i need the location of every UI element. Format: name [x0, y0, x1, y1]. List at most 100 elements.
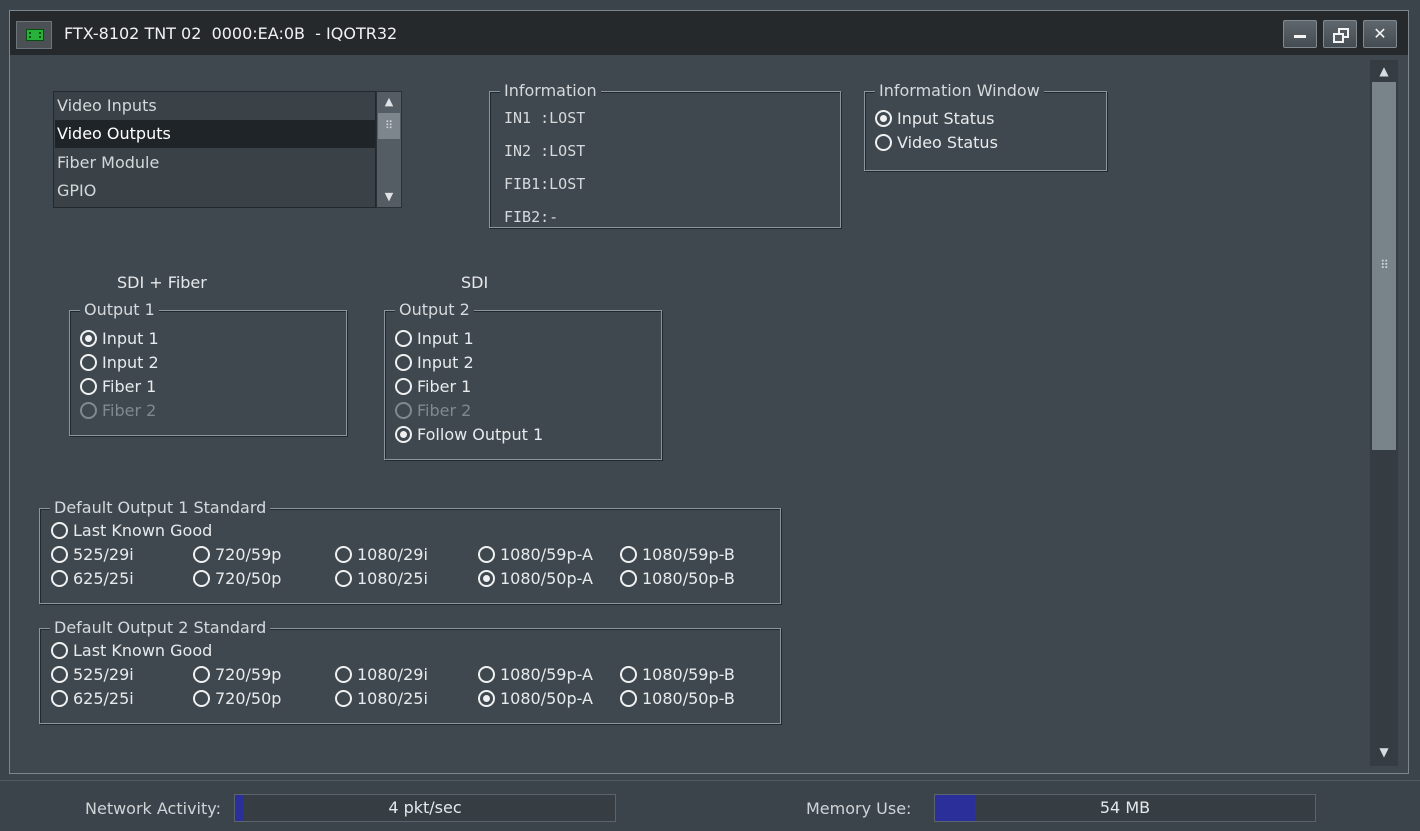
output2-radio-input1[interactable]: Input 1	[395, 327, 474, 351]
radio-unselected-icon	[193, 570, 210, 587]
default2-radio-1080-25i[interactable]: 1080/25i	[335, 687, 428, 711]
default1-radio-1080-59p-b[interactable]: 1080/59p-B	[620, 543, 735, 567]
default1-radio-720-50p[interactable]: 720/50p	[193, 567, 281, 591]
default1-radio-525-29i[interactable]: 525/29i	[51, 543, 134, 567]
output2-radio-follow-output1[interactable]: Follow Output 1	[395, 423, 543, 447]
radio-disabled-icon	[80, 402, 97, 419]
radio-unselected-icon	[395, 330, 412, 347]
radio-unselected-icon	[620, 666, 637, 683]
output1-legend: Output 1	[80, 299, 159, 321]
radio-input-status[interactable]: Input Status	[875, 107, 995, 131]
radio-unselected-icon	[335, 690, 352, 707]
output2-radio-input2[interactable]: Input 2	[395, 351, 474, 375]
close-button[interactable]: ✕	[1363, 20, 1397, 48]
output2-radio-fiber2: Fiber 2	[395, 399, 471, 423]
output2-radio-fiber1[interactable]: Fiber 1	[395, 375, 471, 399]
radio-selected-icon	[875, 110, 892, 127]
radio-unselected-icon	[80, 378, 97, 395]
radio-unselected-icon	[335, 546, 352, 563]
info-line-in2: IN2 :LOST	[504, 142, 586, 160]
restore-button[interactable]	[1323, 20, 1357, 48]
radio-unselected-icon	[193, 690, 210, 707]
output1-radio-fiber2: Fiber 2	[80, 399, 156, 423]
list-item-video-inputs[interactable]: Video Inputs	[55, 92, 375, 120]
default1-radio-1080-59p-a[interactable]: 1080/59p-A	[478, 543, 593, 567]
default1-radio-1080-29i[interactable]: 1080/29i	[335, 543, 428, 567]
radio-unselected-icon	[51, 546, 68, 563]
output1-radio-input2[interactable]: Input 2	[80, 351, 159, 375]
information-window-group: Information Window Input Status Video St…	[864, 80, 1107, 171]
list-item-fiber-module[interactable]: Fiber Module	[55, 149, 375, 177]
radio-selected-icon	[478, 570, 495, 587]
default2-radio-720-59p[interactable]: 720/59p	[193, 663, 281, 687]
output2-legend: Output 2	[395, 299, 474, 321]
scroll-down-arrow-icon[interactable]: ▼	[1373, 743, 1395, 761]
close-icon: ✕	[1373, 24, 1387, 43]
radio-unselected-icon	[875, 134, 892, 151]
card-chip-icon[interactable]	[16, 21, 52, 49]
info-line-fib1: FIB1:LOST	[504, 175, 586, 193]
output1-radio-fiber1[interactable]: Fiber 1	[80, 375, 156, 399]
radio-unselected-icon	[395, 354, 412, 371]
information-legend: Information	[500, 80, 601, 102]
list-scroll-down-icon[interactable]: ▼	[378, 189, 400, 205]
output1-group: Output 1 Input 1 Input 2 Fiber 1 Fiber 2	[69, 299, 347, 436]
list-item-video-outputs[interactable]: Video Outputs	[55, 120, 375, 148]
default2-radio-1080-59p-a[interactable]: 1080/59p-A	[478, 663, 593, 687]
category-list[interactable]: Video Inputs Video Outputs Fiber Module …	[53, 91, 376, 208]
radio-unselected-icon	[193, 546, 210, 563]
radio-unselected-icon	[478, 546, 495, 563]
information-window-legend: Information Window	[875, 80, 1044, 102]
grip-icon: ⠿	[1380, 258, 1389, 272]
radio-unselected-icon	[478, 666, 495, 683]
list-scroll-thumb-grip-icon[interactable]: ⠿	[378, 113, 400, 139]
network-activity-meter: 4 pkt/sec	[234, 794, 616, 822]
radio-unselected-icon	[193, 666, 210, 683]
radio-unselected-icon	[51, 570, 68, 587]
default1-radio-1080-50p-a[interactable]: 1080/50p-A	[478, 567, 593, 591]
default1-radio-625-25i[interactable]: 625/25i	[51, 567, 134, 591]
network-activity-value: 4 pkt/sec	[388, 798, 462, 817]
default1-radio-last-known-good[interactable]: Last Known Good	[51, 519, 212, 543]
restore-icon	[1333, 28, 1349, 43]
default2-radio-1080-59p-b[interactable]: 1080/59p-B	[620, 663, 735, 687]
list-item-gpio[interactable]: GPIO	[55, 177, 375, 205]
default-output1-legend: Default Output 1 Standard	[50, 497, 271, 519]
radio-disabled-icon	[395, 402, 412, 419]
information-group: Information IN1 :LOST IN2 :LOST FIB1:LOS…	[489, 80, 841, 228]
radio-unselected-icon	[51, 522, 68, 539]
scroll-up-arrow-icon[interactable]: ▲	[1373, 62, 1395, 80]
default2-radio-625-25i[interactable]: 625/25i	[51, 687, 134, 711]
radio-unselected-icon	[620, 690, 637, 707]
memory-use-value: 54 MB	[1099, 798, 1151, 817]
default1-radio-1080-25i[interactable]: 1080/25i	[335, 567, 428, 591]
radio-unselected-icon	[51, 666, 68, 683]
default2-radio-last-known-good[interactable]: Last Known Good	[51, 639, 212, 663]
output2-group: Output 2 Input 1 Input 2 Fiber 1 Fiber 2…	[384, 299, 662, 460]
radio-unselected-icon	[335, 666, 352, 683]
radio-unselected-icon	[335, 570, 352, 587]
default2-radio-720-50p[interactable]: 720/50p	[193, 687, 281, 711]
default2-radio-1080-50p-b[interactable]: 1080/50p-B	[620, 687, 735, 711]
radio-video-status[interactable]: Video Status	[875, 131, 998, 155]
default1-radio-720-59p[interactable]: 720/59p	[193, 543, 281, 567]
network-activity-label: Network Activity:	[85, 799, 221, 818]
radio-unselected-icon	[620, 546, 637, 563]
output1-radio-input1[interactable]: Input 1	[80, 327, 159, 351]
radio-selected-icon	[478, 690, 495, 707]
default2-radio-1080-29i[interactable]: 1080/29i	[335, 663, 428, 687]
output2-header: SDI	[461, 273, 489, 292]
default-output1-standard-group: Default Output 1 Standard Last Known Goo…	[39, 497, 781, 604]
window-title: FTX-8102 TNT 02 0000:EA:0B - IQOTR32	[64, 24, 398, 43]
radio-selected-icon	[80, 330, 97, 347]
default1-radio-1080-50p-b[interactable]: 1080/50p-B	[620, 567, 735, 591]
default2-radio-1080-50p-a[interactable]: 1080/50p-A	[478, 687, 593, 711]
info-line-in1: IN1 :LOST	[504, 109, 586, 127]
memory-use-meter: 54 MB	[934, 794, 1316, 822]
radio-unselected-icon	[80, 354, 97, 371]
default2-radio-525-29i[interactable]: 525/29i	[51, 663, 134, 687]
memory-use-label: Memory Use:	[806, 799, 912, 818]
list-scroll-up-icon[interactable]: ▲	[378, 94, 400, 110]
info-line-fib2: FIB2:-	[504, 208, 559, 226]
minimize-button[interactable]	[1283, 20, 1317, 48]
